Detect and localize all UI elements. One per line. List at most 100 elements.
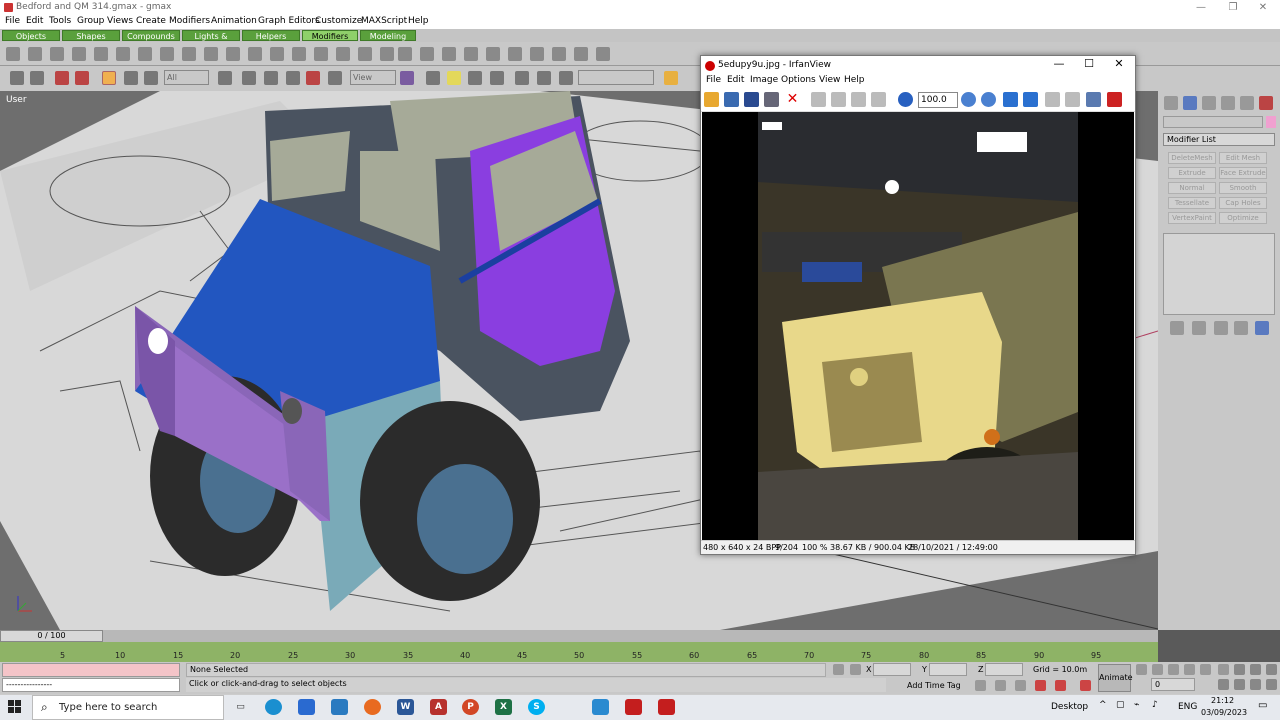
create-tab-icon[interactable] bbox=[1164, 96, 1178, 110]
cap-holes-button[interactable]: Cap Holes bbox=[1219, 197, 1267, 209]
menu-customize[interactable]: Customize bbox=[315, 16, 362, 26]
time-slider[interactable]: 0 / 100 bbox=[0, 630, 103, 642]
make-unique-icon[interactable] bbox=[1214, 321, 1228, 335]
menu-group[interactable]: Group bbox=[77, 16, 104, 26]
modifier-tool-icon[interactable] bbox=[314, 47, 328, 61]
rotate-icon[interactable] bbox=[286, 71, 300, 85]
modifier-tool-icon[interactable] bbox=[464, 47, 478, 61]
remove-modifier-icon[interactable] bbox=[1234, 321, 1248, 335]
zoom-all-icon[interactable] bbox=[1234, 664, 1245, 675]
desktop-toolbar[interactable]: Desktop bbox=[1051, 702, 1088, 712]
modifier-stack-list[interactable] bbox=[1163, 233, 1275, 315]
restrict-y-icon[interactable] bbox=[447, 71, 461, 85]
modifier-tool-icon[interactable] bbox=[160, 47, 174, 61]
modifier-tool-icon[interactable] bbox=[6, 47, 20, 61]
zoom-extents-all-icon[interactable] bbox=[1266, 664, 1277, 675]
show-hidden-icons-icon[interactable]: ^ bbox=[1099, 700, 1107, 710]
info-icon[interactable] bbox=[898, 92, 913, 107]
app-icon[interactable] bbox=[592, 699, 609, 715]
modifier-tool-icon[interactable] bbox=[248, 47, 262, 61]
y-coordinate-field[interactable] bbox=[929, 663, 967, 676]
iv-menu-options[interactable]: Options bbox=[781, 75, 816, 85]
modifier-list-dropdown[interactable]: Modifier List bbox=[1163, 133, 1275, 146]
tab-compounds[interactable]: Compounds bbox=[122, 30, 180, 41]
field-of-view-icon[interactable] bbox=[1218, 679, 1229, 690]
axis-constraint-icon[interactable] bbox=[426, 71, 440, 85]
modifier-tool-icon[interactable] bbox=[596, 47, 610, 61]
absolute-mode-icon[interactable] bbox=[850, 664, 861, 675]
network-icon[interactable]: ⌁ bbox=[1134, 700, 1139, 710]
modifier-tool-icon[interactable] bbox=[486, 47, 500, 61]
snap-toggle-icon[interactable] bbox=[559, 71, 573, 85]
system-tray-icon[interactable]: ▢ bbox=[1116, 700, 1125, 710]
delete-icon[interactable]: ✕ bbox=[785, 92, 800, 107]
modifier-tool-icon[interactable] bbox=[442, 47, 456, 61]
menu-edit[interactable]: Edit bbox=[26, 16, 43, 26]
optimize-button[interactable]: Optimize bbox=[1219, 212, 1267, 224]
link-icon[interactable] bbox=[55, 71, 69, 85]
irfanview-close-button[interactable]: ✕ bbox=[1104, 57, 1134, 70]
excel-icon[interactable]: X bbox=[495, 699, 512, 715]
menu-help[interactable]: Help bbox=[408, 16, 429, 26]
clock-date[interactable]: 03/09/2023 bbox=[1201, 708, 1247, 717]
irfanview-minimize-button[interactable]: — bbox=[1044, 57, 1074, 70]
zoom-extents-icon[interactable] bbox=[1250, 664, 1261, 675]
configure-sets-icon[interactable] bbox=[1255, 321, 1269, 335]
smooth-button[interactable]: Smooth bbox=[1219, 182, 1267, 194]
modifier-tool-icon[interactable] bbox=[94, 47, 108, 61]
viewport-label[interactable]: User bbox=[6, 95, 27, 105]
next-frame-icon[interactable] bbox=[1184, 664, 1195, 675]
minimize-button[interactable]: — bbox=[1186, 0, 1216, 15]
selection-region-icon[interactable] bbox=[144, 71, 158, 85]
first-image-icon[interactable] bbox=[1045, 92, 1060, 107]
keyframe-icon[interactable] bbox=[1080, 680, 1091, 691]
tab-modifiers[interactable]: Modifiers bbox=[302, 30, 358, 41]
menu-create[interactable]: Create bbox=[136, 16, 166, 26]
modifier-tool-icon[interactable] bbox=[50, 47, 64, 61]
face-extrude-button[interactable]: Face Extrude bbox=[1219, 167, 1267, 179]
save-icon[interactable] bbox=[744, 92, 759, 107]
pan-icon[interactable] bbox=[1234, 679, 1245, 690]
play-icon[interactable] bbox=[1168, 664, 1179, 675]
go-to-start-icon[interactable] bbox=[1136, 664, 1147, 675]
taskbar-search-box[interactable]: ⌕ Type here to search bbox=[32, 695, 224, 720]
word-icon[interactable]: W bbox=[397, 699, 414, 715]
modifier-tool-icon[interactable] bbox=[204, 47, 218, 61]
task-view-icon[interactable]: ▭ bbox=[232, 699, 249, 715]
x-coordinate-field[interactable] bbox=[873, 663, 911, 676]
modifier-tool-icon[interactable] bbox=[530, 47, 544, 61]
zoom-in-icon[interactable] bbox=[961, 92, 976, 107]
menu-tools[interactable]: Tools bbox=[49, 16, 71, 26]
restrict-zx-icon[interactable] bbox=[490, 71, 504, 85]
zoom-icon[interactable] bbox=[1218, 664, 1229, 675]
skype-icon[interactable]: S bbox=[528, 699, 545, 715]
add-time-tag[interactable]: Add Time Tag bbox=[907, 681, 961, 690]
modifier-tool-icon[interactable] bbox=[116, 47, 130, 61]
menu-maxscript[interactable]: MAXScript bbox=[361, 16, 407, 26]
keyframe-icon[interactable] bbox=[1015, 680, 1026, 691]
image-display[interactable] bbox=[702, 112, 1134, 547]
modifier-tool-icon[interactable] bbox=[28, 47, 42, 61]
keyframe-icon[interactable] bbox=[975, 680, 986, 691]
tab-shapes[interactable]: Shapes bbox=[62, 30, 120, 41]
menu-file[interactable]: File bbox=[5, 16, 20, 26]
firefox-icon[interactable] bbox=[364, 699, 381, 715]
tab-modeling[interactable]: Modeling bbox=[360, 30, 416, 41]
mirror-icon[interactable] bbox=[515, 71, 529, 85]
next-image-icon[interactable] bbox=[1023, 92, 1038, 107]
selection-filter-dropdown[interactable]: All bbox=[164, 70, 209, 85]
copy-icon[interactable] bbox=[831, 92, 846, 107]
reference-coordinate-dropdown[interactable]: View bbox=[350, 70, 396, 85]
iv-menu-file[interactable]: File bbox=[706, 75, 721, 85]
modify-tab-icon[interactable] bbox=[1183, 96, 1197, 110]
print-icon[interactable] bbox=[764, 92, 779, 107]
language-indicator[interactable]: ENG bbox=[1178, 702, 1197, 712]
access-icon[interactable]: A bbox=[430, 699, 447, 715]
modifier-tool-icon[interactable] bbox=[552, 47, 566, 61]
store-icon[interactable] bbox=[298, 699, 315, 715]
edit-mesh-button[interactable]: Edit Mesh bbox=[1219, 152, 1267, 164]
irfanview-taskbar-icon[interactable] bbox=[658, 699, 675, 715]
modifier-tool-icon[interactable] bbox=[138, 47, 152, 61]
iv-menu-image[interactable]: Image bbox=[750, 75, 778, 85]
go-to-end-icon[interactable] bbox=[1200, 664, 1211, 675]
